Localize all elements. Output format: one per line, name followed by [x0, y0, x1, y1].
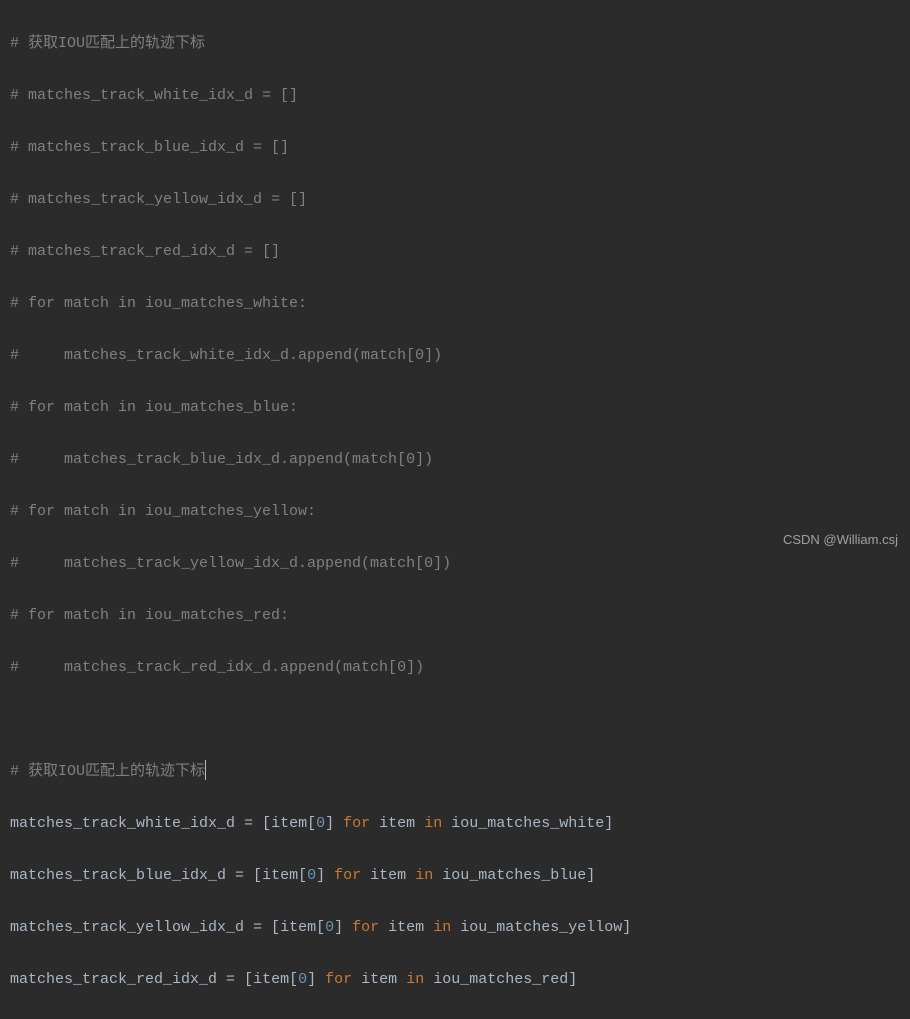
- code-line: matches_track_yellow_idx_d = [item[0] fo…: [10, 915, 900, 941]
- comment-line: # matches_track_blue_idx_d = []: [10, 139, 289, 156]
- code-line: matches_track_red_idx_d = [item[0] for i…: [10, 967, 900, 993]
- comment-line: # for match in iou_matches_yellow:: [10, 503, 316, 520]
- blank-line: [10, 707, 900, 733]
- text-cursor: [205, 760, 206, 780]
- comment-line: # matches_track_yellow_idx_d = []: [10, 191, 307, 208]
- code-line: matches_track_blue_idx_d = [item[0] for …: [10, 863, 900, 889]
- comment-line: # matches_track_red_idx_d = []: [10, 243, 280, 260]
- comment-line: # matches_track_yellow_idx_d.append(matc…: [10, 555, 451, 572]
- comment-line: # 获取IOU匹配上的轨迹下标: [10, 763, 205, 780]
- comment-line: # for match in iou_matches_blue:: [10, 399, 298, 416]
- comment-line: # matches_track_red_idx_d.append(match[0…: [10, 659, 424, 676]
- comment-line: # matches_track_white_idx_d = []: [10, 87, 298, 104]
- code-line: matches_track_white_idx_d = [item[0] for…: [10, 811, 900, 837]
- comment-line: # matches_track_blue_idx_d.append(match[…: [10, 451, 433, 468]
- watermark-text: CSDN @William.csj: [783, 527, 898, 553]
- comment-line: # for match in iou_matches_red:: [10, 607, 289, 624]
- comment-line: # for match in iou_matches_white:: [10, 295, 307, 312]
- comment-line: # matches_track_white_idx_d.append(match…: [10, 347, 442, 364]
- comment-line: # 获取IOU匹配上的轨迹下标: [10, 35, 205, 52]
- code-editor[interactable]: # 获取IOU匹配上的轨迹下标 # matches_track_white_id…: [10, 5, 900, 1019]
